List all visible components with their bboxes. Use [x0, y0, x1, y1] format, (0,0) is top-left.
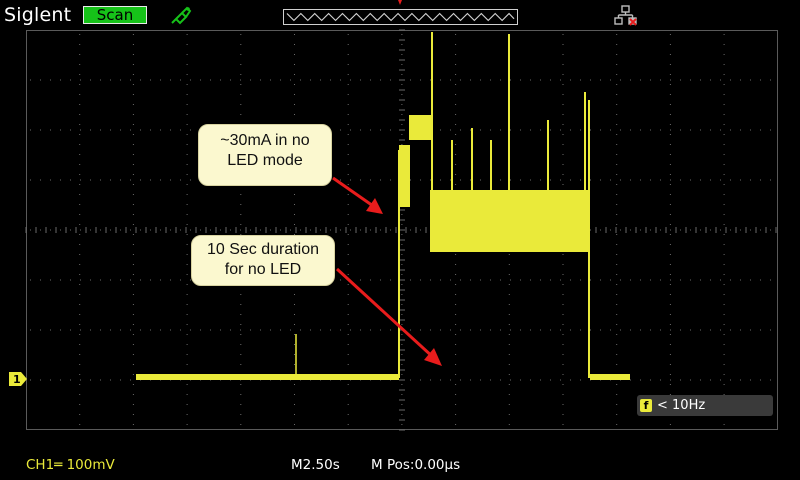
callout-line: for no LED — [224, 261, 302, 278]
frequency-icon: f — [640, 399, 652, 412]
frequency-value: < 10Hz — [657, 398, 706, 413]
ch1-ground-marker[interactable]: 1 — [9, 372, 27, 386]
callout-line: LED mode — [227, 152, 303, 169]
timebase-readout[interactable]: M2.50s — [291, 457, 340, 473]
svg-text:1: 1 — [13, 373, 21, 386]
graticule-dots — [25, 29, 777, 431]
current-annotation-callout: ~30mA in no LED mode — [198, 124, 332, 186]
callout-line: ~30mA in no — [220, 132, 310, 149]
duration-annotation-callout: 10 Sec duration for no LED — [191, 235, 335, 286]
annotation-arrows — [332, 176, 442, 366]
status-bar: CH1═ 100mV M2.50s M Pos:0.00µs — [0, 450, 800, 480]
callout-line: 10 Sec duration — [206, 241, 320, 258]
ch1-vertical-scale[interactable]: CH1═ 100mV — [26, 457, 115, 473]
ch1-trace — [136, 32, 630, 380]
frequency-readout: f < 10Hz — [637, 395, 773, 416]
horizontal-position-readout[interactable]: M Pos:0.00µs — [371, 457, 460, 473]
